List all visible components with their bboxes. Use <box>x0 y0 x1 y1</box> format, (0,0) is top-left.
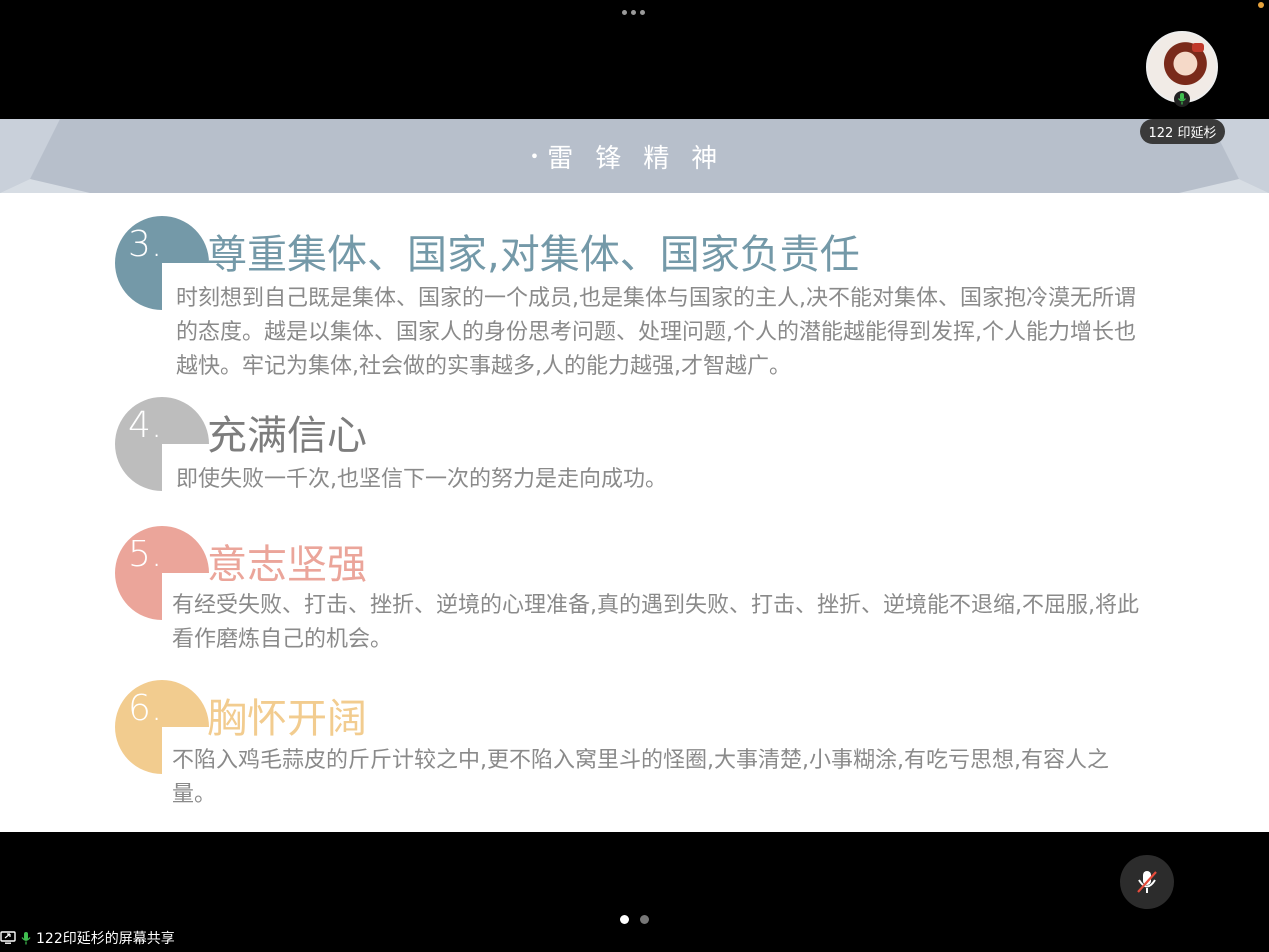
item-number: 3. <box>128 224 163 265</box>
page-dot-2[interactable] <box>640 915 649 924</box>
mic-active-icon <box>20 931 32 945</box>
item-heading: 充满信心 <box>207 413 367 459</box>
mic-active-icon <box>1174 91 1190 107</box>
share-label: 122印延杉的屏幕共享 <box>36 931 175 947</box>
shared-slide: • 雷锋精神 3. 尊重集体、国家,对集体、国家负责任时刻想到自己既是集体、国家的一… <box>0 119 1269 832</box>
participant-avatar[interactable] <box>1146 31 1218 107</box>
item-number: 5. <box>128 534 163 575</box>
item-number: 6. <box>128 688 163 729</box>
page-dot-1[interactable] <box>620 915 629 924</box>
item-heading: 尊重集体、国家,对集体、国家负责任 <box>207 232 860 278</box>
item-body: 时刻想到自己既是集体、国家的一个成员,也是集体与国家的主人,决不能对集体、国家抱… <box>176 286 1136 379</box>
participant-name: 122 印延杉 <box>1140 119 1225 144</box>
more-options-icon[interactable] <box>622 10 645 15</box>
page-indicator[interactable] <box>620 915 649 924</box>
status-indicator <box>1258 2 1264 8</box>
item-body: 即使失败一千次,也坚信下一次的努力是走向成功。 <box>176 467 667 492</box>
item-number: 4. <box>128 405 163 446</box>
screen-share-icon <box>0 931 16 945</box>
share-status-bar: 122印延杉的屏幕共享 <box>0 928 175 948</box>
item-body: 有经受失败、打击、挫折、逆境的心理准备,真的遇到失败、打击、挫折、逆境能不退缩,… <box>172 593 1139 652</box>
mic-muted-icon <box>1137 871 1157 893</box>
mute-toggle-button[interactable] <box>1120 855 1174 909</box>
item-heading: 胸怀开阔 <box>207 696 367 742</box>
slide-title: • 雷锋精神 <box>529 143 740 174</box>
item-body: 不陷入鸡毛蒜皮的斤斤计较之中,更不陷入窝里斗的怪圈,大事清楚,小事糊涂,有吃亏思… <box>172 748 1109 807</box>
item-heading: 意志坚强 <box>207 542 367 588</box>
